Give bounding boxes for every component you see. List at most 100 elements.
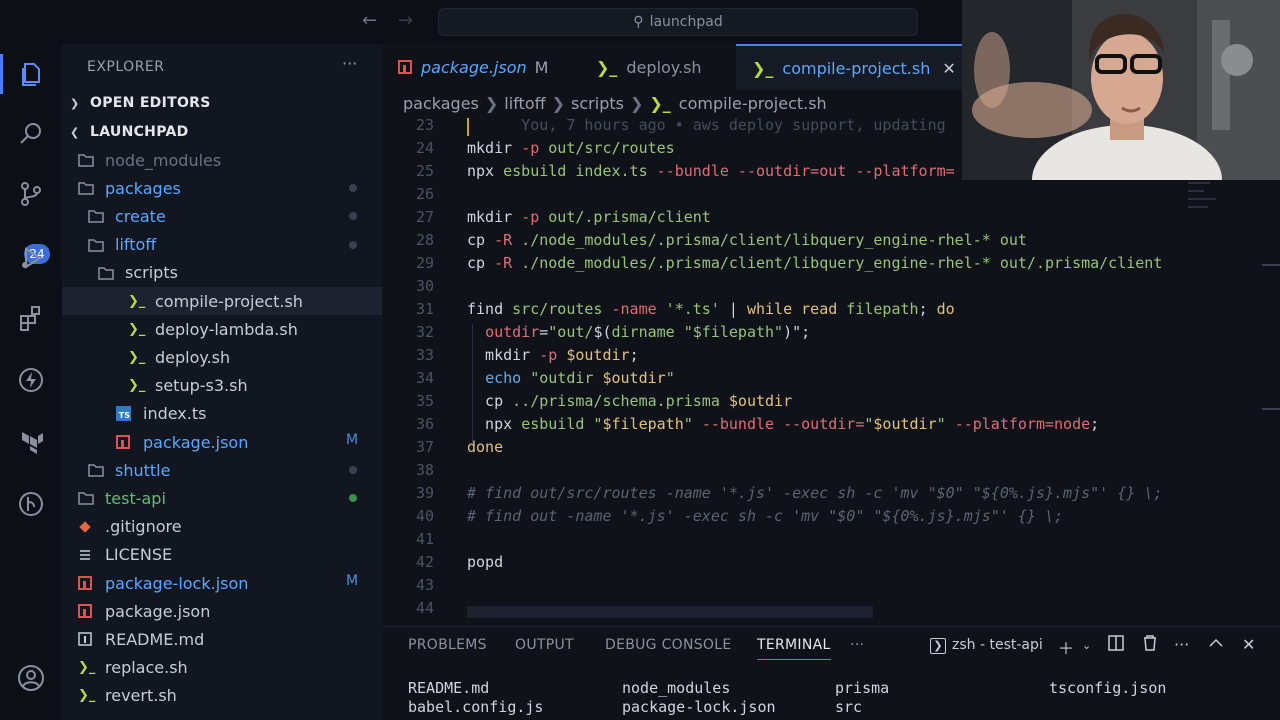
tree-item[interactable]: ❯_ setup-s3.sh bbox=[62, 372, 382, 400]
git-graph-icon[interactable] bbox=[15, 488, 47, 520]
minimap[interactable] bbox=[1188, 182, 1210, 184]
line-number: 23 bbox=[415, 116, 434, 134]
tab-deploy-sh[interactable]: ❯_ deploy.sh bbox=[580, 44, 736, 90]
breadcrumb-item[interactable]: scripts bbox=[571, 94, 624, 113]
more-icon[interactable]: ··· bbox=[1174, 635, 1189, 654]
tree-item[interactable]: create bbox=[62, 202, 382, 230]
forward-arrow-icon[interactable]: → bbox=[398, 10, 413, 31]
more-actions-icon[interactable]: ··· bbox=[342, 54, 357, 73]
command-center-search[interactable]: ⚲ launchpad bbox=[438, 8, 918, 36]
panel-more-icon[interactable]: ··· bbox=[850, 637, 864, 653]
modified-flag: M bbox=[346, 573, 359, 589]
line-number: 36 bbox=[415, 415, 434, 433]
terminal-output: tsconfig.json bbox=[1049, 679, 1167, 697]
minimap[interactable] bbox=[1188, 206, 1208, 208]
tree-item-label: package.json bbox=[105, 601, 211, 621]
tab-compile-project-sh[interactable]: ❯_ compile-project.sh ✕ bbox=[736, 44, 962, 90]
line-number: 30 bbox=[415, 277, 434, 295]
line-number: 37 bbox=[415, 438, 434, 456]
line-number: 38 bbox=[415, 461, 434, 479]
code-text: mkdir -p out/.prisma/client bbox=[467, 208, 711, 226]
terminal-output: src bbox=[835, 698, 863, 716]
lightning-icon[interactable] bbox=[15, 364, 47, 396]
code-editor[interactable]: 23 You, 7 hours ago • aws deploy support… bbox=[382, 114, 1280, 622]
code-text: popd bbox=[467, 553, 504, 571]
tree-item[interactable]: ❯_ revert.sh bbox=[62, 682, 382, 710]
tree-item[interactable]: package.json bbox=[62, 597, 382, 625]
split-terminal-icon[interactable] bbox=[1108, 635, 1124, 655]
folder-icon bbox=[78, 491, 96, 506]
open-editors-section[interactable]: ❯ OPEN EDITORS bbox=[62, 89, 382, 117]
shell-icon: ❯_ bbox=[78, 688, 96, 704]
chevron-down-icon[interactable]: ⌄ bbox=[1082, 639, 1091, 652]
code-line: 36 npx esbuild "$filepath" --bundle --ou… bbox=[382, 413, 1280, 436]
breadcrumb-item[interactable]: compile-project.sh bbox=[679, 94, 827, 113]
tree-item[interactable]: ❯_ deploy.sh bbox=[62, 343, 382, 371]
minimap[interactable] bbox=[1188, 190, 1204, 192]
tree-item[interactable]: ❯_ deploy-lambda.sh bbox=[62, 315, 382, 343]
explorer-icon[interactable] bbox=[15, 58, 47, 90]
modified-flag: M bbox=[534, 57, 549, 77]
tree-item[interactable]: .gitignore bbox=[62, 513, 382, 541]
tab-output[interactable]: OUTPUT bbox=[515, 637, 574, 653]
activity-bar: 24 bbox=[0, 44, 62, 720]
code-line: 33 mkdir -p $outdir; bbox=[382, 344, 1280, 367]
tree-item-label: packages bbox=[105, 178, 181, 198]
tree-item[interactable]: scripts bbox=[62, 259, 382, 287]
close-icon[interactable]: ✕ bbox=[942, 59, 955, 78]
terraform-icon[interactable] bbox=[15, 426, 47, 458]
tree-item[interactable]: test-api bbox=[62, 484, 382, 512]
add-terminal-icon[interactable]: ＋ bbox=[1058, 635, 1074, 659]
tab-terminal[interactable]: TERMINAL bbox=[757, 637, 831, 660]
tree-item[interactable]: TS index.ts bbox=[62, 400, 382, 428]
shell-label: zsh - test-api bbox=[952, 637, 1043, 653]
trash-icon[interactable] bbox=[1142, 635, 1158, 655]
tree-item[interactable]: liftoff bbox=[62, 231, 382, 259]
search-icon[interactable] bbox=[15, 118, 47, 150]
tab-problems[interactable]: PROBLEMS bbox=[408, 637, 487, 653]
tab-package-json[interactable]: package.json M bbox=[382, 44, 580, 90]
maximize-panel-icon[interactable] bbox=[1208, 635, 1224, 655]
code-text: mkdir -p out/src/routes bbox=[467, 139, 675, 157]
terminal-output: README.md bbox=[408, 679, 490, 697]
code-line: 42 popd bbox=[382, 551, 1280, 574]
account-icon[interactable] bbox=[15, 662, 47, 694]
extensions-icon[interactable] bbox=[15, 302, 47, 334]
tree-item-label: deploy-lambda.sh bbox=[155, 319, 298, 339]
tree-item[interactable]: ❯_ compile-project.sh bbox=[62, 287, 382, 315]
tree-item-label: README.md bbox=[105, 629, 205, 649]
line-number: 40 bbox=[415, 507, 434, 525]
tree-item-label: scripts bbox=[125, 263, 178, 283]
tree-item[interactable]: README.md bbox=[62, 625, 382, 653]
terminal-output: babel.config.js bbox=[408, 698, 544, 716]
code-line: 43 bbox=[382, 574, 1280, 597]
source-control-icon[interactable] bbox=[15, 178, 47, 210]
breadcrumb-item[interactable]: packages bbox=[403, 94, 479, 113]
line-number: 24 bbox=[415, 139, 434, 157]
tree-item-label: replace.sh bbox=[105, 658, 188, 678]
text-cursor bbox=[467, 118, 469, 136]
tree-item[interactable]: package.json M bbox=[62, 428, 382, 456]
minimap[interactable] bbox=[1188, 198, 1216, 200]
tree-item[interactable]: packages bbox=[62, 174, 382, 202]
code-line: 26 bbox=[382, 183, 1280, 206]
code-text: You, 7 hours ago • aws deploy support, u… bbox=[467, 114, 945, 137]
shell-icon: ❯_ bbox=[128, 349, 146, 365]
line-number: 34 bbox=[415, 369, 434, 387]
npm-icon bbox=[78, 604, 96, 619]
horizontal-scrollbar[interactable] bbox=[467, 606, 873, 618]
tab-debug-console[interactable]: DEBUG CONSOLE bbox=[605, 637, 732, 653]
tree-item[interactable]: LICENSE bbox=[62, 541, 382, 569]
tree-item[interactable]: shuttle bbox=[62, 456, 382, 484]
tree-item[interactable]: package-lock.json M bbox=[62, 569, 382, 597]
workspace-root[interactable]: ❮ LAUNCHPAD bbox=[62, 118, 382, 146]
close-panel-icon[interactable]: ✕ bbox=[1242, 635, 1255, 654]
code-text: # find out/src/routes -name '*.js' -exec… bbox=[467, 484, 1163, 502]
back-arrow-icon[interactable]: ← bbox=[362, 10, 377, 31]
tree-item[interactable]: ❯_ replace.sh bbox=[62, 654, 382, 682]
terminal-selector[interactable]: ❯ zsh - test-api bbox=[930, 637, 1043, 654]
tree-item[interactable]: node_modules bbox=[62, 146, 382, 174]
run-debug-icon[interactable] bbox=[15, 242, 47, 274]
search-icon: ⚲ bbox=[633, 14, 644, 30]
breadcrumb-item[interactable]: liftoff bbox=[504, 94, 545, 113]
